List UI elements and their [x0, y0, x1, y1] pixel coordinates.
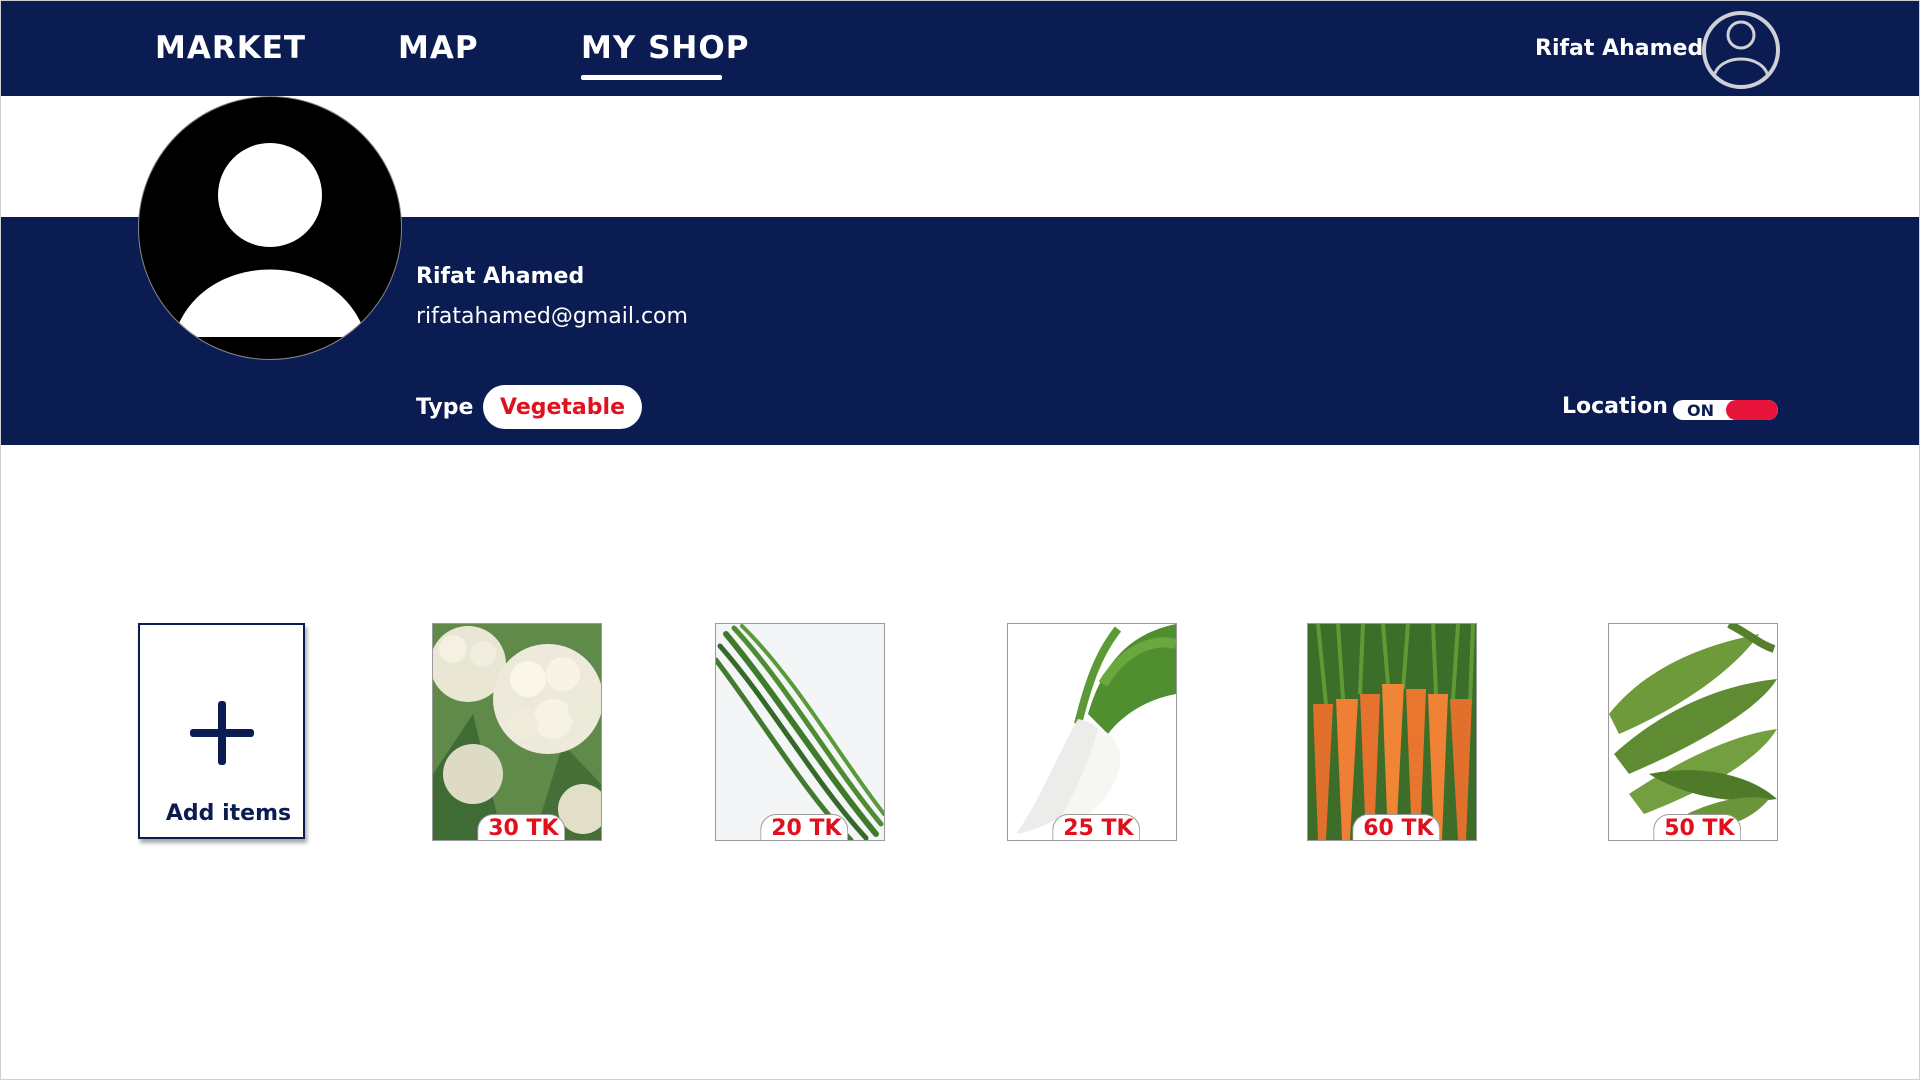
product-price: 50 TK [1653, 814, 1742, 840]
profile-email: rifatahamed@gmail.com [416, 304, 688, 329]
plus-icon [190, 701, 254, 765]
okra-image [1609, 624, 1777, 840]
product-card-green-beans[interactable]: 20 TK [715, 623, 885, 841]
nav-map-link[interactable]: MAP [398, 30, 479, 66]
location-toggle-state: ON [1687, 401, 1714, 420]
profile-avatar-icon[interactable] [138, 96, 402, 360]
location-toggle[interactable]: ON [1673, 400, 1778, 420]
product-price: 30 TK [477, 814, 566, 840]
shop-type-value: Vegetable [500, 394, 625, 420]
add-items-button[interactable]: Add items [138, 623, 305, 839]
product-card-radish[interactable]: 25 TK [1007, 623, 1177, 841]
green-beans-image [716, 624, 884, 840]
user-avatar-icon[interactable] [1702, 11, 1780, 89]
location-label: Location [1562, 394, 1668, 419]
nav-my-shop-link[interactable]: MY SHOP [581, 30, 749, 66]
nav-user-name[interactable]: Rifat Ahamed [1535, 36, 1703, 61]
active-tab-underline [581, 75, 722, 80]
product-card-cauliflower[interactable]: 30 TK [432, 623, 602, 841]
cauliflower-image [433, 624, 601, 840]
top-nav-bar: MARKET MAP MY SHOP Rifat Ahamed [0, 0, 1920, 96]
product-price: 20 TK [760, 814, 849, 840]
radish-image [1008, 624, 1176, 840]
profile-name: Rifat Ahamed [416, 264, 585, 289]
carrots-image [1308, 624, 1476, 840]
product-card-okra[interactable]: 50 TK [1608, 623, 1778, 841]
location-toggle-knob [1726, 400, 1778, 420]
product-price: 25 TK [1052, 814, 1141, 840]
add-items-label: Add items [165, 801, 292, 826]
shop-type-label: Type [416, 395, 474, 420]
product-card-carrots[interactable]: 60 TK [1307, 623, 1477, 841]
product-price: 60 TK [1352, 814, 1441, 840]
nav-market-link[interactable]: MARKET [155, 30, 306, 66]
shop-type-selector[interactable]: Vegetable [483, 385, 642, 429]
